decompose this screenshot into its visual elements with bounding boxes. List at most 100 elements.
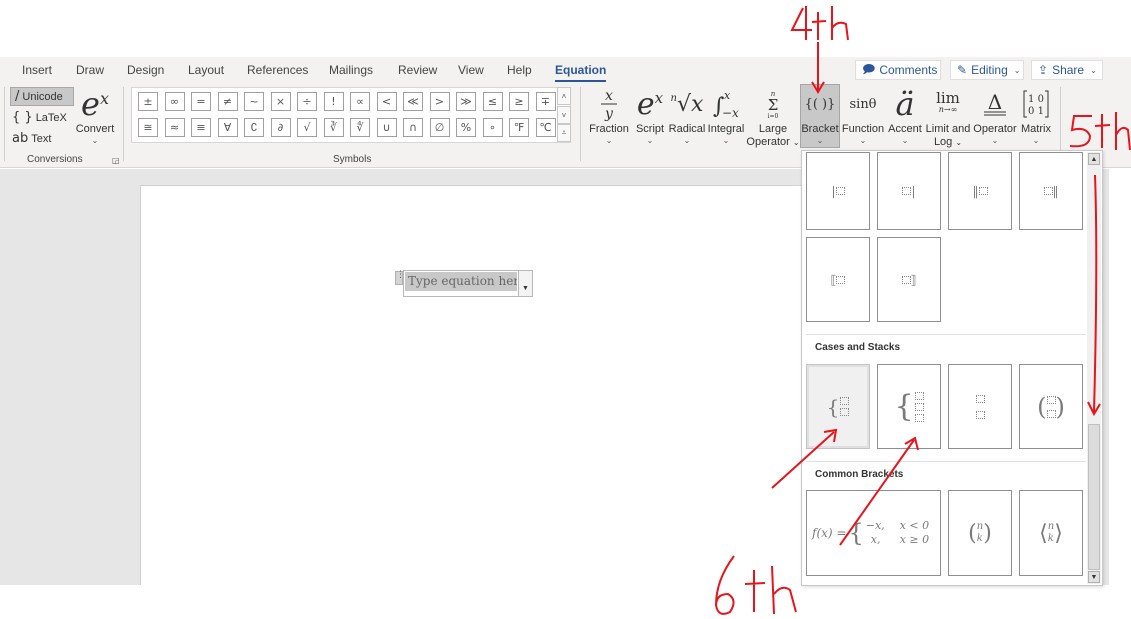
tab-view[interactable]: View	[458, 63, 484, 77]
symbol-button[interactable]: ×	[270, 92, 291, 111]
symbol-button[interactable]: √	[297, 118, 317, 137]
tab-equation[interactable]: Equation	[555, 63, 607, 82]
symbol-button[interactable]: ≠	[217, 92, 238, 111]
scroll-up-arrow-icon[interactable]: ▲	[1088, 153, 1100, 165]
tab-help[interactable]: Help	[507, 63, 532, 77]
symbol-button[interactable]: ≥	[509, 92, 529, 111]
fraction-button[interactable]: xy Fraction ⌄	[588, 85, 630, 146]
symbol-button[interactable]: ≪	[403, 92, 423, 111]
symbol-button[interactable]: ≈	[164, 118, 185, 137]
symbol-button[interactable]: ∩	[403, 118, 423, 137]
common-cases-example[interactable]: f(x) = { −x, x < 0 x, x ≥ 0	[806, 490, 941, 576]
scroll-down-arrow-icon[interactable]: ▼	[1088, 571, 1100, 583]
tab-draw[interactable]: Draw	[76, 63, 104, 77]
scroll-thumb[interactable]	[1088, 424, 1100, 570]
symbol-button[interactable]: ∜	[350, 118, 370, 137]
symbol-button[interactable]: ≤	[482, 92, 503, 111]
symbol-button[interactable]: ≡	[191, 118, 211, 137]
symbol-button[interactable]: ∪	[376, 118, 397, 137]
symbol-button[interactable]: ≫	[456, 92, 476, 111]
bracket-right-double-bar[interactable]: ‖	[1019, 152, 1083, 230]
cases-three-row[interactable]: {	[877, 364, 941, 449]
paren-stack[interactable]: ( )	[1019, 364, 1083, 449]
equation-drag-handle[interactable]: ⋮	[395, 270, 405, 285]
gallery-scrollbar[interactable]: ▲ ▼	[1087, 152, 1101, 584]
bracket-left-square[interactable]: ⟦	[806, 237, 870, 322]
chevron-down-icon: ⌄	[991, 136, 999, 145]
comments-label: Comments	[879, 63, 938, 77]
symbol-button[interactable]: ~	[244, 92, 264, 111]
tab-insert[interactable]: Insert	[22, 63, 52, 77]
tab-mailings[interactable]: Mailings	[329, 63, 373, 77]
convert-button[interactable]: ex Convert ⌄	[74, 85, 116, 146]
cases-stacks-heading: Cases and Stacks	[815, 342, 901, 353]
symbol-button[interactable]: ∂	[270, 118, 291, 137]
symbol-button[interactable]: =	[191, 92, 211, 111]
placeholder-icon	[835, 187, 845, 195]
symbol-button[interactable]: ≅	[138, 118, 158, 137]
equation-box[interactable]: Type equation here.	[403, 270, 519, 297]
limit-log-label: Limit and	[925, 123, 971, 135]
stack-two-row[interactable]	[948, 364, 1012, 449]
equation-input[interactable]: Type equation here.	[405, 272, 517, 291]
binomial-paren[interactable]: ( nk )	[948, 490, 1012, 576]
symbol-button[interactable]: ∁	[244, 118, 264, 137]
symbol-button[interactable]: <	[376, 92, 397, 111]
symbol-button[interactable]: ℉	[509, 118, 529, 137]
unicode-button[interactable]: / Unicode	[10, 87, 74, 106]
tab-review[interactable]: Review	[398, 63, 437, 77]
placeholder-icon	[978, 187, 988, 195]
tab-design[interactable]: Design	[127, 63, 164, 77]
tab-references[interactable]: References	[247, 63, 308, 77]
bracket-right-square[interactable]: ⟧	[877, 237, 941, 322]
symbol-button[interactable]: ℃	[535, 118, 556, 137]
symbol-button[interactable]: ∛	[323, 118, 344, 137]
symbol-button[interactable]: ∘	[482, 118, 503, 137]
gallery-edge	[1103, 169, 1109, 585]
tab-layout[interactable]: Layout	[188, 63, 224, 77]
chevron-down-icon: ⌄	[1013, 65, 1021, 75]
symbol-button[interactable]: !	[323, 92, 344, 111]
function-button[interactable]: sinθ Function ⌄	[841, 85, 885, 146]
comments-button[interactable]: 🗩 Comments	[855, 60, 941, 80]
latex-label: LaTeX	[35, 111, 67, 124]
symbols-scroll-down[interactable]: ˅	[557, 106, 571, 124]
large-operator-button[interactable]: n Σi=0 Large Operator ⌄	[746, 85, 800, 149]
share-button[interactable]: ⇪ Share ⌄	[1031, 60, 1103, 80]
editing-button[interactable]: ✎ Editing ⌄	[950, 60, 1024, 80]
symbol-button[interactable]: ∞	[164, 92, 185, 111]
operator-button[interactable]: Δ Operator ⌄	[972, 85, 1018, 146]
bracket-right-bar[interactable]: |	[877, 152, 941, 230]
word-window: Insert Draw Design Layout References Mai…	[0, 0, 1131, 619]
document-page[interactable]	[140, 185, 805, 585]
symbol-button[interactable]: ÷	[297, 92, 317, 111]
latex-button[interactable]: { } LaTeX	[8, 108, 71, 127]
limit-log-button[interactable]: lim n→∞ Limit and Log ⌄	[924, 85, 972, 149]
symbol-button[interactable]: ∓	[535, 92, 556, 111]
binomial-angle[interactable]: ⟨ nk ⟩	[1019, 490, 1083, 576]
text-button[interactable]: ab Text	[8, 129, 55, 148]
matrix-button[interactable]: 1 00 1 Matrix ⌄	[1018, 85, 1054, 146]
symbol-button[interactable]: %	[456, 118, 476, 137]
bracket-left-double-bar[interactable]: ‖	[948, 152, 1012, 230]
bracket-button[interactable]: {( )} Bracket ⌄	[800, 84, 840, 148]
symbols-scroll-up[interactable]: ˄	[557, 87, 571, 105]
cases-two-row[interactable]: {	[806, 364, 870, 449]
integral-button[interactable]: ∫ x −x Integral ⌄	[706, 85, 746, 146]
radical-button[interactable]: n √ x Radical ⌄	[668, 85, 706, 146]
symbol-button[interactable]: ∅	[429, 118, 450, 137]
operator-icon: Δ	[982, 85, 1008, 123]
svg-text:0 1: 0 1	[1028, 106, 1044, 117]
bracket-left-bar[interactable]: |	[806, 152, 870, 230]
symbols-more-button[interactable]: ⩡	[557, 124, 571, 142]
symbol-button[interactable]: ∝	[350, 92, 370, 111]
gallery-divider	[806, 334, 1086, 335]
script-button[interactable]: ex Script ⌄	[633, 85, 667, 146]
conversions-group-label: Conversions	[27, 154, 83, 165]
symbol-button[interactable]: ∀	[217, 118, 238, 137]
equation-options-button[interactable]: ▼	[519, 270, 533, 297]
dialog-launcher-icon[interactable]: ◲	[112, 156, 120, 165]
symbol-button[interactable]: ±	[138, 92, 158, 111]
symbol-button[interactable]: >	[429, 92, 450, 111]
accent-button[interactable]: ä Accent ⌄	[886, 85, 924, 146]
